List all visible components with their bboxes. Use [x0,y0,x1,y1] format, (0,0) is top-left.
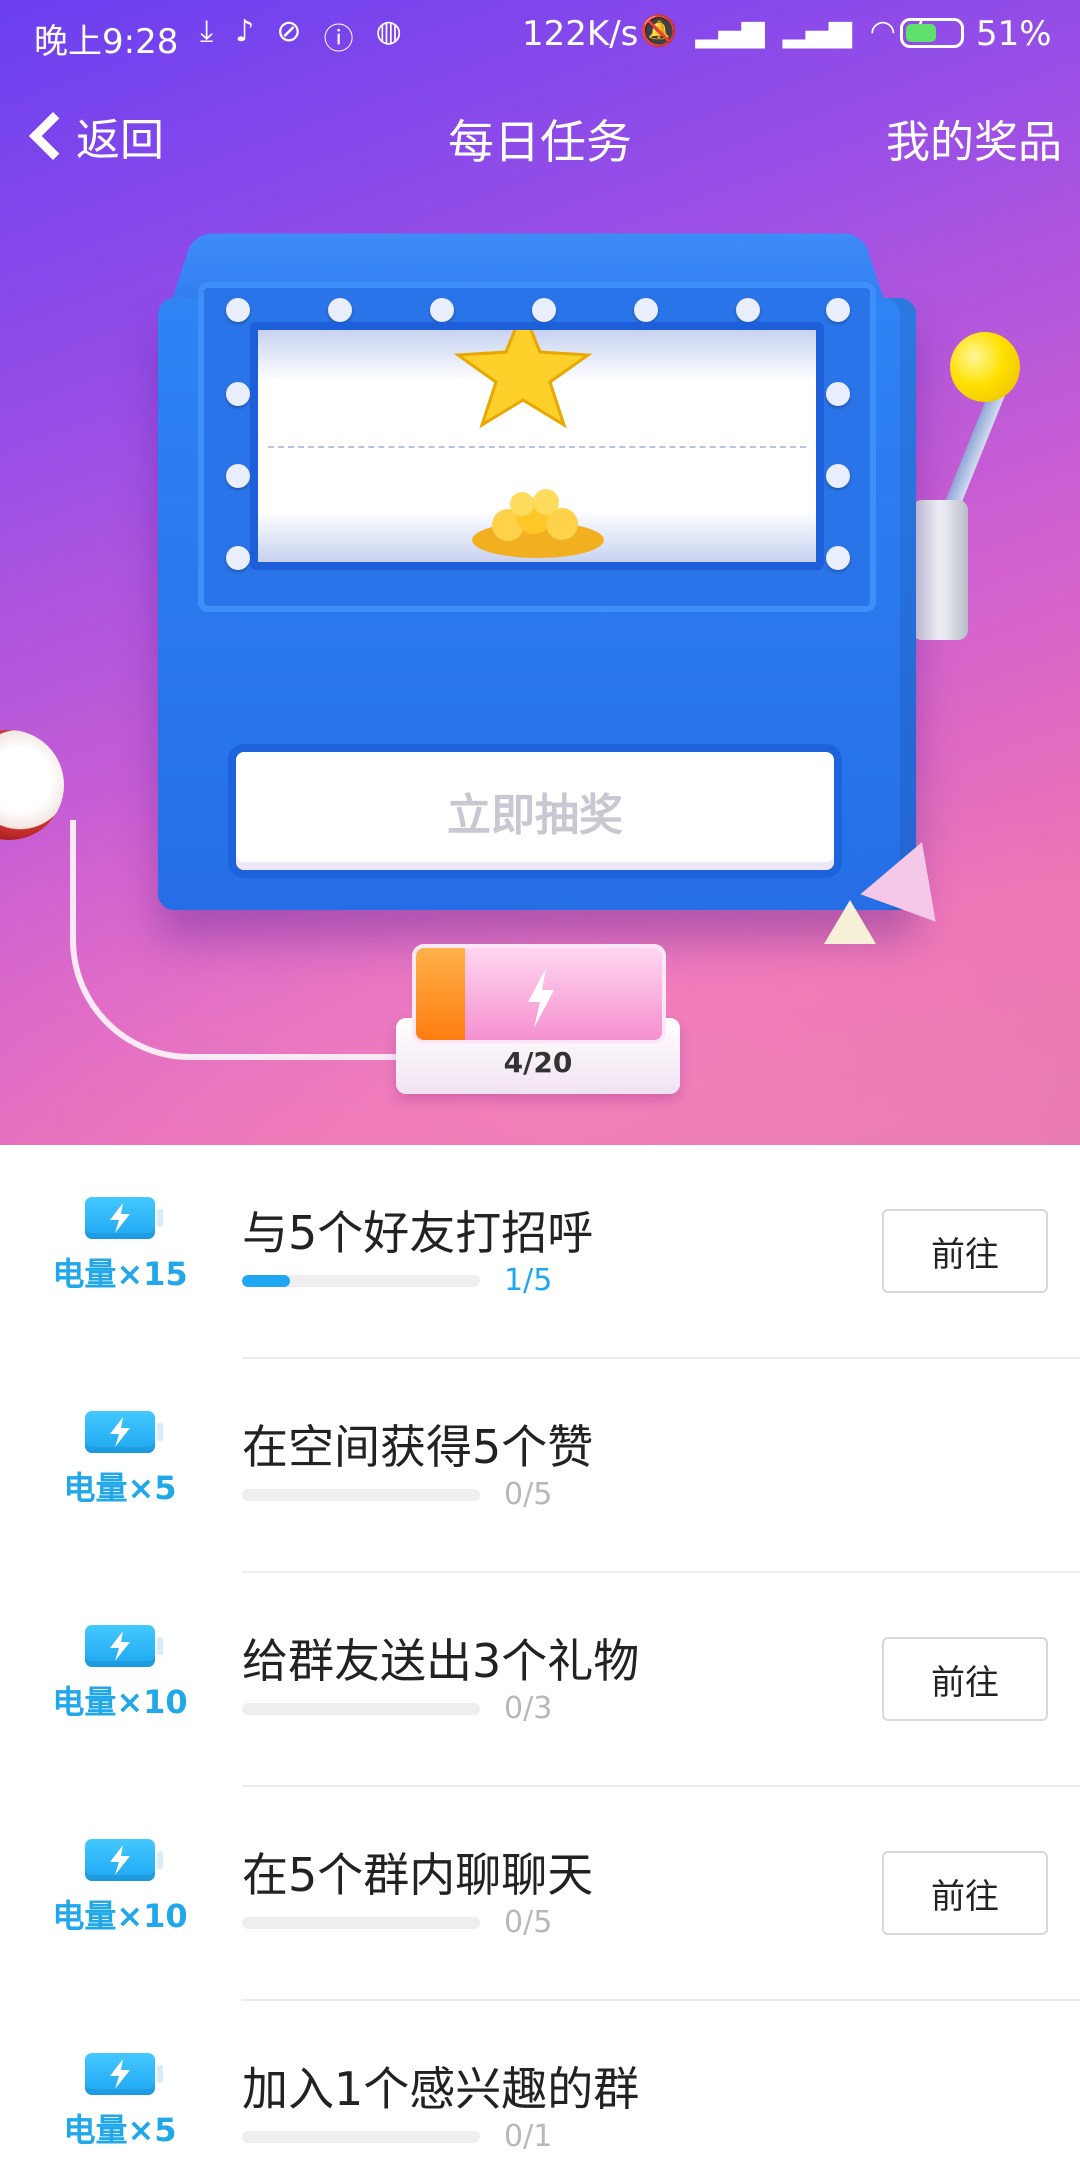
progress-bar [242,1275,480,1287]
lightning-icon [110,1203,130,1233]
battery-percent: 51% [976,14,1052,54]
reward-badge: 电量×10 [40,1625,200,1723]
lightning-icon [528,968,554,1028]
battery-icon [85,1839,163,1881]
crystal-decoration [824,900,876,944]
light-dot [328,298,352,322]
reward-badge: 电量×5 [40,1411,200,1509]
my-prizes-link[interactable]: 我的奖品 [886,106,1062,170]
draw-now-button[interactable]: 立即抽奖 [236,752,834,870]
reward-badge: 电量×5 [40,2053,200,2151]
light-dot [226,298,250,322]
task-title: 在5个群内聊聊天 [242,1848,594,1902]
task-title: 在空间获得5个赞 [242,1420,594,1474]
energy-count: 4/20 [503,1046,573,1079]
reward-badge: 电量×10 [40,1839,200,1937]
reward-text: 电量×10 [52,1897,188,1935]
music-icon: ♪ [235,14,255,49]
battery-icon [85,1411,163,1453]
list-item: 电量×5 加入1个感兴趣的群 0/1 [0,2001,1080,2160]
nav-bar: 返回 每日任务 我的奖品 [0,98,1080,174]
alert-icon: ⓘ [323,22,354,57]
light-dot [826,546,850,570]
battery-icon [85,2053,163,2095]
signal-icon: ▂▄▆ [782,14,852,49]
lightning-icon [110,1845,130,1875]
signal-icon: ▂▄▆ [695,14,765,49]
wifi-off-icon: ⊘ [276,14,302,49]
lightning-icon [110,1417,130,1447]
mascot-avatar [0,730,64,840]
list-item: 电量×15 与5个好友打招呼 1/5 前往 [0,1145,1080,1359]
progress-text: 0/5 [504,1477,553,1512]
status-right-icons: 🔕 ▂▄▆ ▂▄▆ ◠ ϟ [640,14,934,49]
progress-bar [242,1917,480,1929]
reward-badge: 电量×15 [40,1197,200,1295]
reward-text: 电量×15 [52,1255,188,1293]
battery-icon [85,1625,163,1667]
lightning-icon [110,2059,130,2089]
list-item: 电量×5 在空间获得5个赞 0/5 [0,1359,1080,1573]
light-dot [634,298,658,322]
coins-icon [472,489,604,558]
status-bar: 晚上9:28 ⤓ ♪ ⊘ ⓘ ◍ 122K/s 🔕 ▂▄▆ ▂▄▆ ◠ ϟ 51… [0,0,1080,68]
light-dot [430,298,454,322]
light-dot [532,298,556,322]
download-icon: ⤓ [200,14,214,49]
reward-text: 电量×10 [52,1683,188,1721]
light-dot [826,382,850,406]
light-dot [826,464,850,488]
lever-handle[interactable] [950,332,1020,402]
light-dot [826,298,850,322]
light-dot [226,546,250,570]
progress-text: 0/3 [504,1691,553,1726]
reel-window [250,322,824,570]
progress-text: 0/5 [504,1905,553,1940]
task-title: 加入1个感兴趣的群 [242,2062,640,2116]
light-dot [736,298,760,322]
energy-level-fill [416,948,466,1040]
lever-base [912,500,968,640]
status-time: 晚上9:28 [34,22,179,62]
battery-icon [85,1197,163,1239]
reward-text: 电量×5 [63,1469,177,1507]
task-title: 给群友送出3个礼物 [242,1634,640,1688]
star-icon [453,330,593,429]
list-item: 电量×10 给群友送出3个礼物 0/3 前往 [0,1573,1080,1787]
wifi-icon: ◠ [869,14,896,49]
progress-text: 0/1 [504,2119,553,2154]
light-dot [226,464,250,488]
go-button[interactable]: 前往 [882,1637,1048,1721]
energy-battery [412,944,666,1044]
task-title: 与5个好友打招呼 [242,1206,594,1260]
reward-text: 电量×5 [63,2111,177,2149]
status-left-icons: ⤓ ♪ ⊘ ⓘ ◍ [200,14,402,58]
progress-fill [242,1275,290,1287]
go-button[interactable]: 前往 [882,1209,1048,1293]
go-button[interactable]: 前往 [882,1851,1048,1935]
battery-icon [900,18,964,48]
list-item: 电量×10 在5个群内聊聊天 0/5 前往 [0,1787,1080,2001]
slot-machine: 立即抽奖 [158,222,918,910]
mute-icon: 🔕 [640,14,678,49]
lightning-icon [110,1631,130,1661]
task-list: 电量×15 与5个好友打招呼 1/5 前往 电量×5 在空间获得5个赞 0/5 [0,1145,1080,2160]
progress-bar [242,2131,480,2143]
hero-banner: 晚上9:28 ⤓ ♪ ⊘ ⓘ ◍ 122K/s 🔕 ▂▄▆ ▂▄▆ ◠ ϟ 51… [0,0,1080,1145]
app-icon: ◍ [375,14,402,49]
light-dot [226,382,250,406]
progress-text: 1/5 [504,1263,553,1298]
progress-bar [242,1489,480,1501]
progress-bar [242,1703,480,1715]
network-speed: 122K/s [522,14,639,54]
